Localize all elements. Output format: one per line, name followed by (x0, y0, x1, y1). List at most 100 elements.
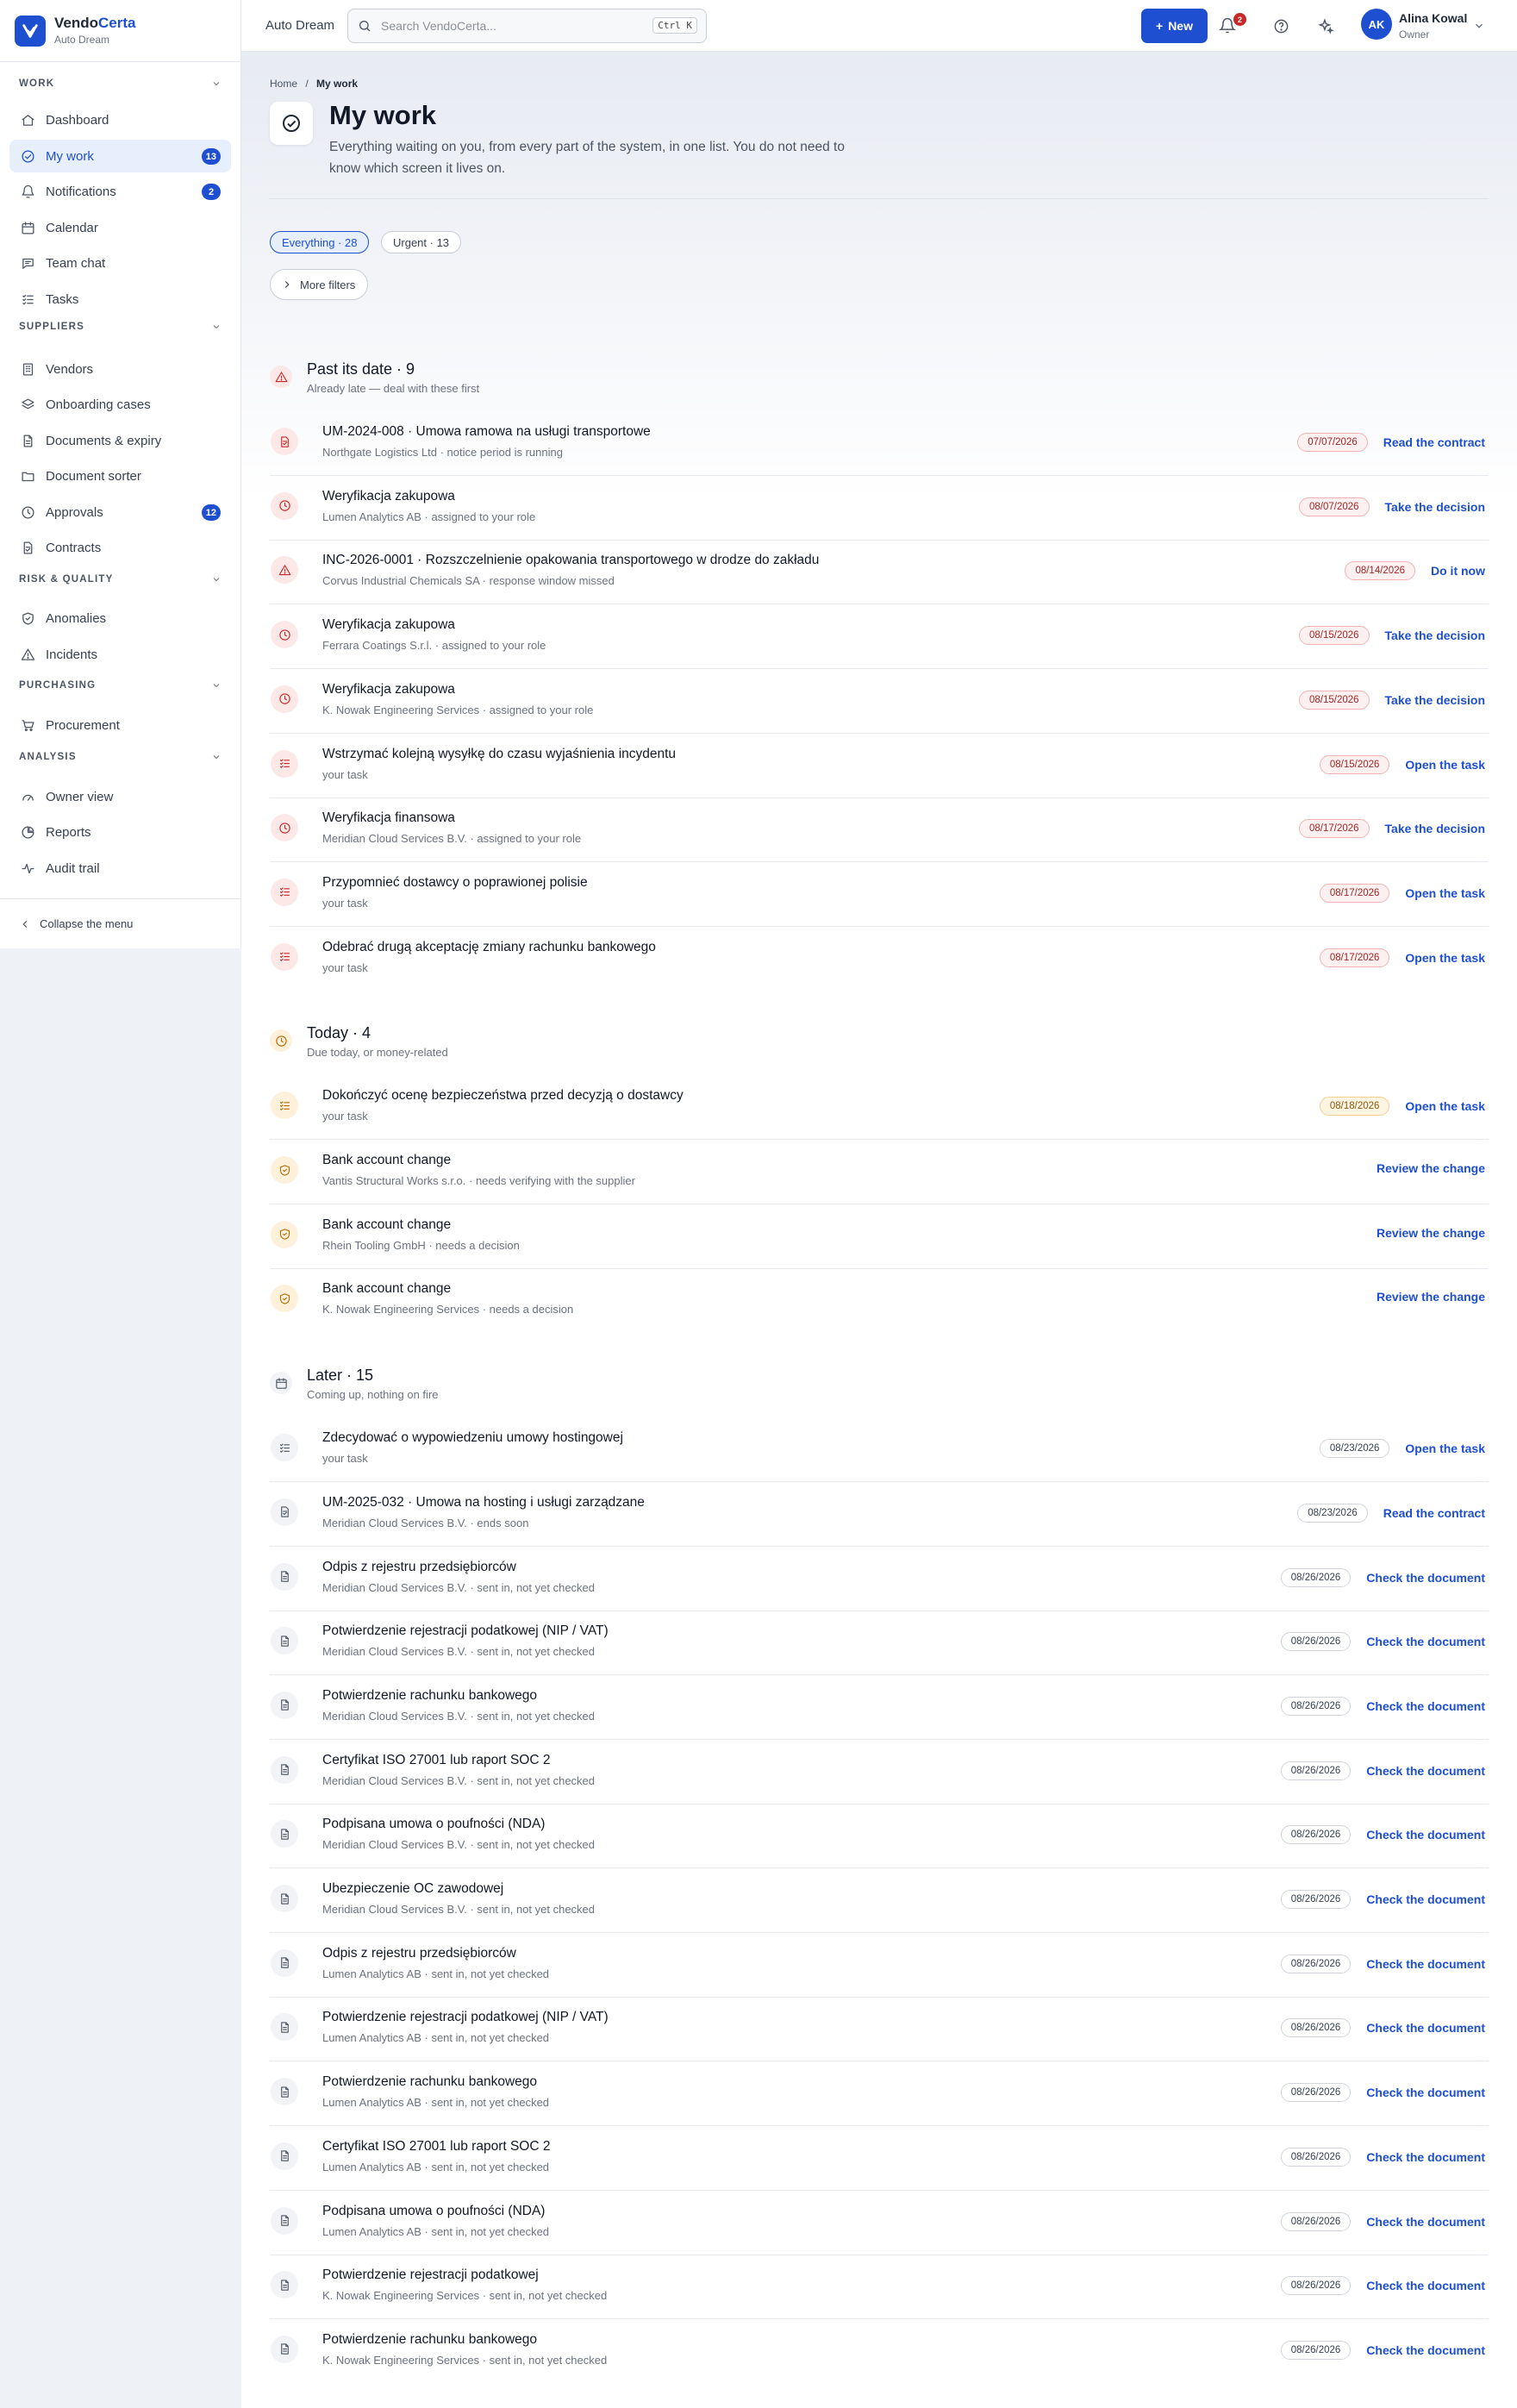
list-item-action-link[interactable]: Check the document (1366, 1764, 1485, 1778)
user-name[interactable]: Alina Kowal (1399, 11, 1467, 25)
list-item[interactable]: Przypomnieć dostawcy o poprawionej polis… (270, 863, 1489, 927)
list-item[interactable]: Certyfikat ISO 27001 lub raport SOC 2 Mer… (270, 1741, 1489, 1804)
list-item-action-link[interactable]: Do it now (1431, 564, 1485, 578)
sidebar-item-documents-and-expiry[interactable]: Documents & expiry (9, 424, 231, 457)
list-item[interactable]: Zdecydować o wypowiedzeniu umowy hosting… (270, 1418, 1489, 1483)
list-item[interactable]: Odpis z rejestru przedsiębiorców Meridian… (270, 1548, 1489, 1611)
sidebar-item-calendar[interactable]: Calendar (9, 211, 231, 244)
sidebar-item-owner-view[interactable]: Owner view (9, 780, 231, 813)
sidebar-item-audit-trail[interactable]: Audit trail (9, 852, 231, 885)
list-item-action-link[interactable]: Check the document (1366, 2343, 1485, 2357)
list-item[interactable]: Bank account change K. Nowak Engineering … (270, 1269, 1489, 1333)
list-item-action-link[interactable]: Check the document (1366, 1635, 1485, 1648)
brand-logo-icon[interactable] (15, 16, 46, 47)
list-item-action-link[interactable]: Read the contract (1383, 1506, 1485, 1520)
sidebar-item-approvals[interactable]: Approvals 12 (9, 496, 231, 529)
help-icon[interactable] (1271, 16, 1290, 35)
list-item[interactable]: Potwierdzenie rejestracji podatkowej (NI… (270, 1611, 1489, 1676)
new-button[interactable]: + New (1141, 9, 1208, 43)
avatar[interactable]: AK (1361, 9, 1392, 40)
list-item-action-link[interactable]: Take the decision (1385, 629, 1485, 642)
list-item[interactable]: UM-2025-032 · Umowa na hosting i usługi … (270, 1483, 1489, 1547)
chevron-down-icon[interactable] (210, 573, 222, 585)
sidebar-item-vendors[interactable]: Vendors (9, 353, 231, 385)
list-item-action-link[interactable]: Check the document (1366, 2150, 1485, 2164)
sidebar-item-onboarding-cases[interactable]: Onboarding cases (9, 388, 231, 421)
sidebar-item-anomalies[interactable]: Anomalies (9, 602, 231, 635)
filter-chip-urgent[interactable]: Urgent · 13 (381, 231, 462, 253)
sidebar-item-tasks[interactable]: Tasks (9, 283, 231, 316)
list-item[interactable]: Dokończyć ocenę bezpieczeństwa przed dec… (270, 1076, 1489, 1141)
sparkles-icon[interactable] (1316, 16, 1335, 35)
list-item[interactable]: Potwierdzenie rachunku bankowego K. Nowak… (270, 2320, 1489, 2384)
list-item-action-link[interactable]: Open the task (1405, 886, 1485, 900)
list-item[interactable]: Certyfikat ISO 27001 lub raport SOC 2 Lum… (270, 2127, 1489, 2191)
list-item-action-link[interactable]: Review the change (1377, 1290, 1485, 1304)
list-item-subtitle: Meridian Cloud Services B.V. · sent in, … (322, 1773, 596, 1787)
chevron-down-icon[interactable] (210, 751, 222, 763)
list-item[interactable]: Weryfikacja finansowa Meridian Cloud Serv… (270, 798, 1489, 863)
list-item[interactable]: Potwierdzenie rejestracji podatkowej K. N… (270, 2255, 1489, 2320)
list-item-action-link[interactable]: Take the decision (1385, 500, 1485, 514)
sidebar-section-work[interactable]: WORK (19, 78, 222, 90)
list-item-action-link[interactable]: Take the decision (1385, 822, 1485, 835)
list-item-action-link[interactable]: Check the document (1366, 2279, 1485, 2292)
list-item[interactable]: Ubezpieczenie OC zawodowej Meridian Cloud… (270, 1869, 1489, 1933)
sidebar-section-risk-and-quality[interactable]: RISK & QUALITY (19, 573, 222, 585)
list-item[interactable]: Bank account change Vantis Structural Wor… (270, 1141, 1489, 1204)
list-item-action-link[interactable]: Check the document (1366, 1828, 1485, 1842)
list-item-action-link[interactable]: Check the document (1366, 1957, 1485, 1971)
list-item[interactable]: Podpisana umowa o poufności (NDA) Meridia… (270, 1804, 1489, 1869)
list-item-action-link[interactable]: Check the document (1366, 2021, 1485, 2035)
list-item[interactable]: Potwierdzenie rachunku bankowego Meridian… (270, 1676, 1489, 1740)
list-item[interactable]: Odebrać drugą akceptację zmiany rachunku… (270, 928, 1489, 991)
list-item[interactable]: UM-2024-008 · Umowa ramowa na usługi tra… (270, 412, 1489, 476)
list-item[interactable]: Wstrzymać kolejną wysyłkę do czasu wyjaś… (270, 735, 1489, 798)
list-item-action-link[interactable]: Check the document (1366, 1571, 1485, 1585)
sidebar-item-document-sorter[interactable]: Document sorter (9, 460, 231, 492)
list-item[interactable]: Weryfikacja zakupowa K. Nowak Engineering… (270, 670, 1489, 734)
list-item-action-link[interactable]: Take the decision (1385, 693, 1485, 707)
sidebar-section-analysis[interactable]: ANALYSIS (19, 751, 222, 763)
sidebar-item-reports[interactable]: Reports (9, 816, 231, 848)
chevron-down-icon[interactable] (210, 679, 222, 691)
sidebar-item-incidents[interactable]: Incidents (9, 638, 231, 671)
sidebar-item-procurement[interactable]: Procurement (9, 709, 231, 741)
sidebar-item-label: Notifications (46, 184, 116, 199)
chevron-down-icon[interactable] (210, 321, 222, 333)
sidebar-item-team-chat[interactable]: Team chat (9, 247, 231, 279)
list-item[interactable]: Potwierdzenie rachunku bankowego Lumen An… (270, 2062, 1489, 2127)
list-item[interactable]: Weryfikacja zakupowa Ferrara Coatings S.r… (270, 605, 1489, 670)
chevron-down-icon[interactable] (1472, 19, 1486, 33)
list-item-action-link[interactable]: Check the document (1366, 2215, 1485, 2229)
search-input[interactable]: Search VendoCerta... Ctrl K (347, 8, 708, 43)
list-item-action-link[interactable]: Check the document (1366, 1699, 1485, 1713)
list-item[interactable]: Odpis z rejestru przedsiębiorców Lumen An… (270, 1934, 1489, 1998)
list-item-action-link[interactable]: Open the task (1405, 1099, 1485, 1113)
list-item[interactable]: INC-2026-0001 · Rozszczelnienie opakowan… (270, 541, 1489, 605)
more-filters-button[interactable]: More filters (270, 269, 369, 300)
sidebar-item-dashboard[interactable]: Dashboard (9, 103, 231, 136)
list-item-action-link[interactable]: Review the change (1377, 1161, 1485, 1175)
list-item-action-link[interactable]: Open the task (1405, 951, 1485, 965)
list-item[interactable]: Potwierdzenie rejestracji podatkowej (NI… (270, 1998, 1489, 2062)
chevron-down-icon[interactable] (210, 78, 222, 90)
sidebar-item-notifications[interactable]: Notifications 2 (9, 175, 231, 208)
sidebar-section-purchasing[interactable]: PURCHASING (19, 679, 222, 691)
list-item-action-link[interactable]: Check the document (1366, 1892, 1485, 1906)
list-item-action-link[interactable]: Read the contract (1383, 435, 1485, 449)
breadcrumb-home[interactable]: Home (270, 78, 297, 90)
list-item[interactable]: Bank account change Rhein Tooling GmbH · … (270, 1205, 1489, 1269)
org-switcher[interactable]: Auto Dream (265, 18, 334, 33)
sidebar-item-my-work[interactable]: My work 13 (9, 140, 231, 172)
list-item-action-link[interactable]: Open the task (1405, 758, 1485, 772)
list-item-action-link[interactable]: Check the document (1366, 2086, 1485, 2099)
list-item[interactable]: Podpisana umowa o poufności (NDA) Lumen A… (270, 2192, 1489, 2255)
sidebar-item-contracts[interactable]: Contracts (9, 531, 231, 564)
list-item-action-link[interactable]: Review the change (1377, 1226, 1485, 1240)
filter-chip-everything[interactable]: Everything · 28 (270, 231, 370, 253)
list-item-action-link[interactable]: Open the task (1405, 1442, 1485, 1455)
list-item[interactable]: Weryfikacja zakupowa Lumen Analytics AB ·… (270, 477, 1489, 541)
sidebar-section-suppliers[interactable]: SUPPLIERS (19, 321, 222, 333)
collapse-menu-button[interactable]: Collapse the menu (0, 898, 241, 948)
